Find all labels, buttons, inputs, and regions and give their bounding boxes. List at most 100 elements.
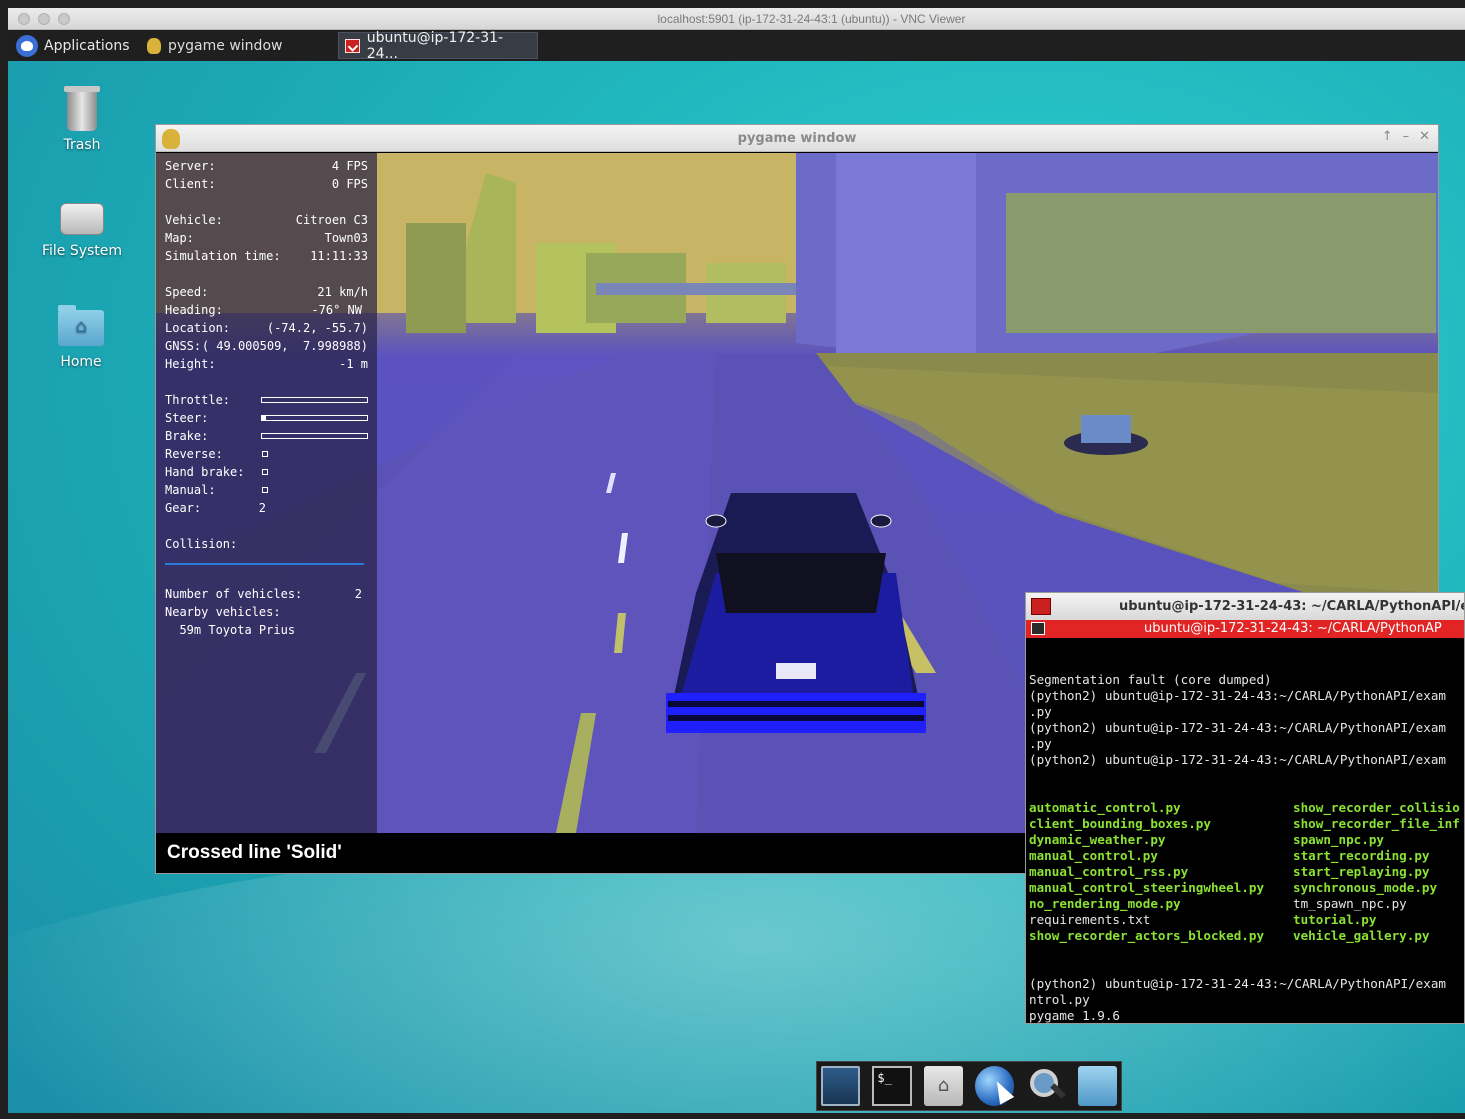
show-desktop-icon[interactable]: [821, 1066, 861, 1106]
hud-label: Location:: [165, 321, 231, 335]
file-name: start_recording.py: [1293, 848, 1430, 863]
building-facade: [1006, 193, 1436, 333]
files-folder-icon[interactable]: [1077, 1066, 1118, 1106]
collision-label: Collision:: [165, 537, 238, 551]
home-folder-icon: [58, 305, 104, 346]
license-plate: [776, 663, 816, 679]
desktop-icon-label: File System: [41, 243, 123, 259]
height-value: -1 m: [339, 357, 368, 371]
steer-bar: [261, 415, 368, 421]
terminal-line: (python2) ubuntu@ip-172-31-24-43:~/CARLA…: [1029, 752, 1447, 767]
task-pygame-window[interactable]: pygame window: [141, 32, 288, 59]
desktop-icon-label: Home: [60, 354, 102, 370]
file-name: show_recorder_actors_blocked.py: [1029, 928, 1265, 943]
nearby-vehicles-label: Nearby vehicles:: [165, 605, 281, 619]
building: [406, 223, 466, 333]
top-panel: Applications pygame window ubuntu@ip-172…: [8, 29, 1465, 62]
hud-label: Number of vehicles:: [165, 587, 303, 601]
pygame-window-controls: ↑ – ✕: [1382, 129, 1430, 144]
speed-value: 21 km/h: [317, 285, 368, 299]
terminal-line: ntrol.py: [1029, 992, 1090, 1007]
file-name: vehicle_gallery.py: [1293, 928, 1430, 943]
file-name: show_recorder_file_inf: [1293, 816, 1460, 831]
desktop-icon-home[interactable]: Home: [31, 305, 131, 370]
hud-label: Map:: [165, 231, 194, 245]
terminal-launcher-icon[interactable]: $_: [872, 1066, 912, 1106]
file-name: spawn_npc.py: [1293, 832, 1384, 847]
minimize-button[interactable]: –: [1403, 129, 1410, 144]
simulation-time: 11:11:33: [310, 249, 368, 263]
terminal-tab[interactable]: ubuntu@ip-172-31-24-43: ~/CARLA/PythonAP: [1026, 620, 1464, 638]
terminal-icon: [1031, 598, 1051, 615]
terminal-tab-label: ubuntu@ip-172-31-24-43: ~/CARLA/PythonAP: [1144, 621, 1442, 636]
hud-label: Speed:: [165, 285, 209, 299]
terminal-window: ubuntu@ip-172-31-24-43: ~/CARLA/PythonAP…: [1025, 592, 1465, 1024]
file-name: no_rendering_mode.py: [1029, 896, 1181, 911]
file-listing-row: client_bounding_boxes.py show_recorder_fi…: [1029, 816, 1463, 832]
file-name: synchronous_mode.py: [1293, 880, 1438, 895]
manual-checkbox: [262, 487, 268, 493]
file-name: show_recorder_collisio: [1293, 800, 1460, 815]
terminal-icon: [345, 38, 360, 53]
file-listing-row: manual_control_steeringwheel.py synchrono…: [1029, 880, 1463, 896]
file-name: manual_control.py: [1029, 848, 1158, 863]
close-button[interactable]: ✕: [1419, 129, 1430, 144]
file-listing-row: automatic_control.py show_recorder_collis…: [1029, 800, 1463, 816]
hud-label: Reverse:: [165, 447, 223, 461]
desktop-icon-label: Trash: [63, 137, 101, 153]
collision-graph: [165, 563, 364, 565]
nearby-vehicle-item: 59m Toyota Prius: [165, 623, 296, 637]
hud-label: Client:: [165, 177, 216, 191]
pygame-titlebar[interactable]: pygame window ↑ – ✕: [156, 125, 1438, 152]
terminal-titlebar[interactable]: ubuntu@ip-172-31-24-43: ~/CARLA/PythonAP…: [1026, 593, 1464, 620]
vnc-title: localhost:5901 (ip-172-31-24-43:1 (ubunt…: [657, 12, 966, 26]
building-right: [836, 153, 976, 363]
trash-icon: [64, 86, 100, 131]
file-listing-row: manual_control_rss.py start_replaying.py: [1029, 864, 1463, 880]
task-label: ubuntu@ip-172-31-24...: [366, 29, 504, 62]
terminal-line: pygame 1.9.6: [1029, 1008, 1120, 1023]
reverse-checkbox: [262, 451, 268, 457]
terminal-line: Segmentation fault (core dumped): [1029, 672, 1272, 687]
applications-menu-button[interactable]: Applications: [12, 33, 134, 58]
vehicle-name: Citroen C3: [295, 213, 368, 227]
heading-value: -76° NW: [311, 303, 362, 317]
terminal-line: (python2) ubuntu@ip-172-31-24-43:~/CARLA…: [1029, 720, 1447, 735]
file-name: client_bounding_boxes.py: [1029, 816, 1211, 831]
throttle-bar: [261, 397, 368, 403]
vehicle-count: 2: [354, 587, 362, 601]
gear-value: 2: [258, 501, 266, 515]
bottom-dock: $_ ⌂: [816, 1061, 1122, 1111]
file-listing-row: no_rendering_mode.py tm_spawn_npc.py: [1029, 896, 1463, 912]
file-listing-row: manual_control.py start_recording.py: [1029, 848, 1463, 864]
hud-label: Manual:: [165, 483, 216, 497]
file-listing-row: requirements.txt tutorial.py: [1029, 912, 1463, 928]
client-fps: 0 FPS: [331, 177, 368, 191]
hud-label: Vehicle:: [165, 213, 223, 227]
hud-label: Throttle:: [165, 393, 231, 407]
hud-label: Server:: [165, 159, 216, 173]
plant: [1081, 415, 1131, 443]
applications-label: Applications: [44, 37, 130, 54]
search-icon[interactable]: [1026, 1066, 1065, 1106]
tab-icon: [1031, 622, 1045, 635]
file-name: requirements.txt: [1029, 912, 1151, 927]
file-name: tm_spawn_npc.py: [1293, 896, 1407, 911]
terminal-output[interactable]: Segmentation fault (core dumped) (python2…: [1026, 638, 1464, 1023]
file-name: tutorial.py: [1293, 912, 1377, 927]
xfce-logo-icon: [16, 34, 38, 57]
hard-disk-icon: [60, 203, 104, 235]
home-folder-launcher-icon[interactable]: ⌂: [923, 1066, 964, 1106]
hud-label: Steer:: [165, 411, 209, 425]
hud-label: Brake:: [165, 429, 209, 443]
file-name: start_replaying.py: [1293, 864, 1430, 879]
maximize-button[interactable]: ↑: [1382, 129, 1393, 144]
hud-label: Simulation time:: [165, 249, 281, 263]
desktop-icon-file-system[interactable]: File System: [32, 199, 132, 259]
hud-label: GNSS:: [165, 339, 202, 353]
task-terminal[interactable]: ubuntu@ip-172-31-24...: [338, 29, 538, 62]
brake-bar: [261, 433, 368, 439]
desktop-icon-trash[interactable]: Trash: [32, 86, 132, 153]
map-name: Town03: [324, 231, 368, 245]
server-fps: 4 FPS: [331, 159, 368, 173]
